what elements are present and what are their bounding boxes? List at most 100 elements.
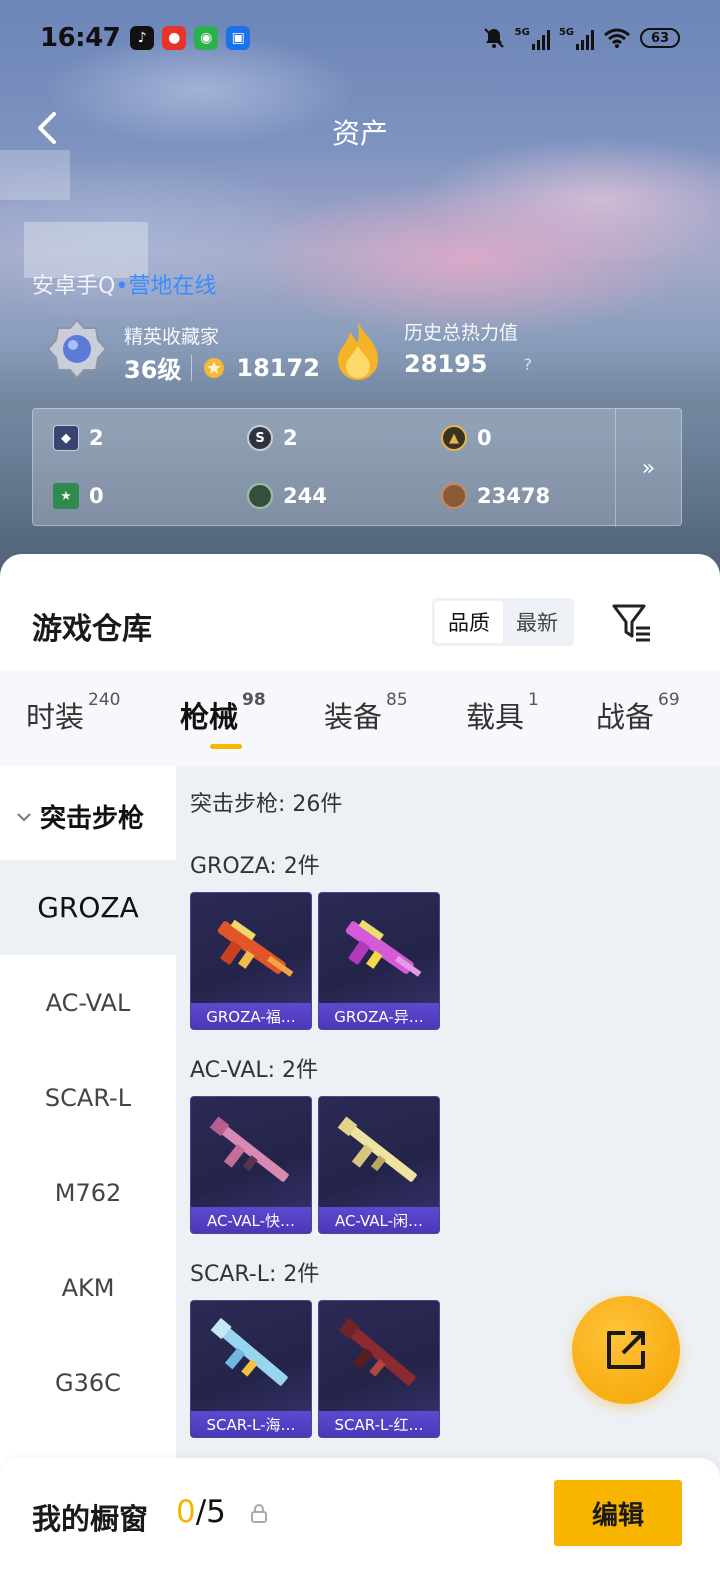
category-tabs: 时装 240 枪械 98 装备 85 载具 1 战备 69: [0, 670, 720, 766]
group-title-scar-l: SCAR-L: 2件: [190, 1262, 320, 1287]
sidebar-item-akm[interactable]: AKM: [0, 1240, 176, 1335]
sidebar-item-ac-val[interactable]: AC-VAL: [0, 955, 176, 1050]
weapon-card-name: GROZA-异…: [319, 1003, 439, 1029]
status-indicators: 5G 5G 63: [482, 26, 680, 50]
asset-gold-coin: ▲ 0: [441, 425, 492, 451]
collector-level: 36级: [124, 356, 182, 384]
green-ticket-icon: ★: [53, 483, 79, 509]
category-header[interactable]: 突击步枪: [14, 798, 144, 835]
weapon-card-name: AC-VAL-快…: [191, 1207, 311, 1233]
card-icon: ◆: [53, 425, 79, 451]
tab-equipment[interactable]: 装备 85: [324, 690, 408, 736]
weapon-card[interactable]: GROZA-异…: [318, 892, 440, 1030]
chevron-down-icon: [17, 812, 31, 821]
weapon-card[interactable]: AC-VAL-闲…: [318, 1096, 440, 1234]
sort-quality-button[interactable]: 品质: [435, 601, 503, 643]
signal-2-icon: 5G: [559, 27, 594, 50]
rifle-image: [210, 1317, 288, 1386]
collector-title-row: 精英收藏家: [124, 322, 219, 349]
collector-level-row: 36级 18172: [124, 350, 320, 385]
assets-more-button[interactable]: »: [615, 409, 681, 527]
wechat-icon: ◉: [194, 26, 219, 50]
tab-vehicles[interactable]: 载具 1: [466, 690, 539, 736]
asset-value: 23478: [477, 484, 551, 508]
divider: [191, 354, 193, 381]
showcase-count: 0/5: [176, 1494, 226, 1530]
sidebar-item-groza[interactable]: GROZA: [0, 860, 176, 955]
heat-label: 历史总热力值: [404, 322, 519, 344]
weapon-card[interactable]: AC-VAL-快…: [190, 1096, 312, 1234]
status-bar: 16:47 ♪ ● ◉ ▣ 5G 5G 63: [0, 0, 720, 76]
bronze-coin-icon: [441, 483, 467, 509]
asset-silver-coin: S 2: [247, 425, 298, 451]
silver-coin-icon: S: [247, 425, 273, 451]
tiktok-icon: ♪: [130, 26, 155, 50]
rifle-image: [345, 919, 422, 977]
weibo-icon: ●: [162, 26, 187, 50]
collector-badge-icon: [46, 318, 108, 380]
sidebar-item-g36c[interactable]: G36C: [0, 1335, 176, 1430]
warehouse-sheet: 游戏仓库 品质 最新 时装240 枪械98 装备85 载具1 战备69: [0, 554, 720, 1584]
weapon-card[interactable]: SCAR-L-红…: [318, 1300, 440, 1438]
heat-value: 28195: [404, 350, 488, 378]
battery-indicator: 63: [640, 28, 680, 48]
tab-guns[interactable]: 枪械 98: [180, 690, 266, 736]
sort-latest-button[interactable]: 最新: [503, 601, 571, 643]
green-coin-icon: [247, 483, 273, 509]
heat-label-row: 历史总热力值: [404, 318, 518, 345]
assets-panel[interactable]: ◆ 2 S 2 ▲ 0 ★ 0 244 23478 »: [32, 408, 682, 527]
online-label: 营地在线: [128, 274, 217, 299]
wifi-icon: [604, 28, 630, 48]
collector-points-icon: [204, 357, 225, 378]
collector-points: 18172: [236, 353, 320, 382]
category-label: 突击步枪: [40, 804, 145, 834]
rifle-image: [337, 1116, 417, 1182]
rifle-image: [209, 1116, 289, 1182]
asset-value: 2: [89, 426, 104, 450]
page-title: 资产: [331, 117, 388, 150]
showcase-bar: 我的橱窗 0/5 编辑: [0, 1458, 720, 1584]
weapon-card-name: SCAR-L-海…: [191, 1411, 311, 1437]
asset-value: 2: [283, 426, 298, 450]
weapon-card-name: SCAR-L-红…: [319, 1411, 439, 1437]
filter-icon: [612, 604, 650, 642]
asset-bronze-coin: 23478: [441, 483, 550, 509]
sidebar-item-scar-l[interactable]: SCAR-L: [0, 1050, 176, 1145]
filter-button[interactable]: [610, 600, 654, 644]
share-icon: [607, 1331, 645, 1369]
sidebar-item-m762[interactable]: M762: [0, 1145, 176, 1240]
asset-value: 0: [89, 484, 104, 508]
heat-value-row: 28195 ?: [404, 350, 532, 378]
message-app-icon: ▣: [226, 26, 251, 50]
asset-green-coin: 244: [247, 483, 327, 509]
category-count: 突击步枪: 26件: [190, 792, 343, 817]
rifle-image: [217, 919, 294, 977]
online-status: 安卓手Q•营地在线: [32, 274, 217, 299]
showcase-label: 我的橱窗: [32, 1502, 149, 1536]
collector-title: 精英收藏家: [124, 326, 220, 348]
flame-icon: [338, 322, 378, 380]
asset-value: 0: [477, 426, 492, 450]
warehouse-title: 游戏仓库: [32, 612, 152, 647]
double-chevron-right-icon: »: [641, 455, 656, 481]
asset-green-ticket: ★ 0: [53, 483, 104, 509]
weapon-card[interactable]: GROZA-福…: [190, 892, 312, 1030]
asset-card: ◆ 2: [53, 425, 104, 451]
help-icon[interactable]: ?: [524, 355, 533, 374]
tab-battle-prep[interactable]: 战备 69: [596, 690, 680, 736]
share-button[interactable]: [572, 1296, 680, 1404]
sort-toggle: 品质 最新: [432, 598, 574, 646]
blurred-avatar: [0, 150, 70, 200]
edit-button[interactable]: 编辑: [554, 1480, 682, 1546]
asset-value: 244: [283, 484, 327, 508]
gold-coin-icon: ▲: [441, 425, 467, 451]
weapon-card-name: AC-VAL-闲…: [319, 1207, 439, 1233]
weapon-card[interactable]: SCAR-L-海…: [190, 1300, 312, 1438]
mute-bell-icon: [483, 28, 504, 48]
signal-1-icon: 5G: [515, 27, 550, 50]
status-app-icons: ♪ ● ◉ ▣: [130, 26, 251, 50]
active-tab-indicator: [210, 744, 242, 749]
group-title-groza: GROZA: 2件: [190, 854, 320, 879]
tab-fashion[interactable]: 时装 240: [26, 690, 120, 736]
rifle-image: [338, 1317, 416, 1386]
